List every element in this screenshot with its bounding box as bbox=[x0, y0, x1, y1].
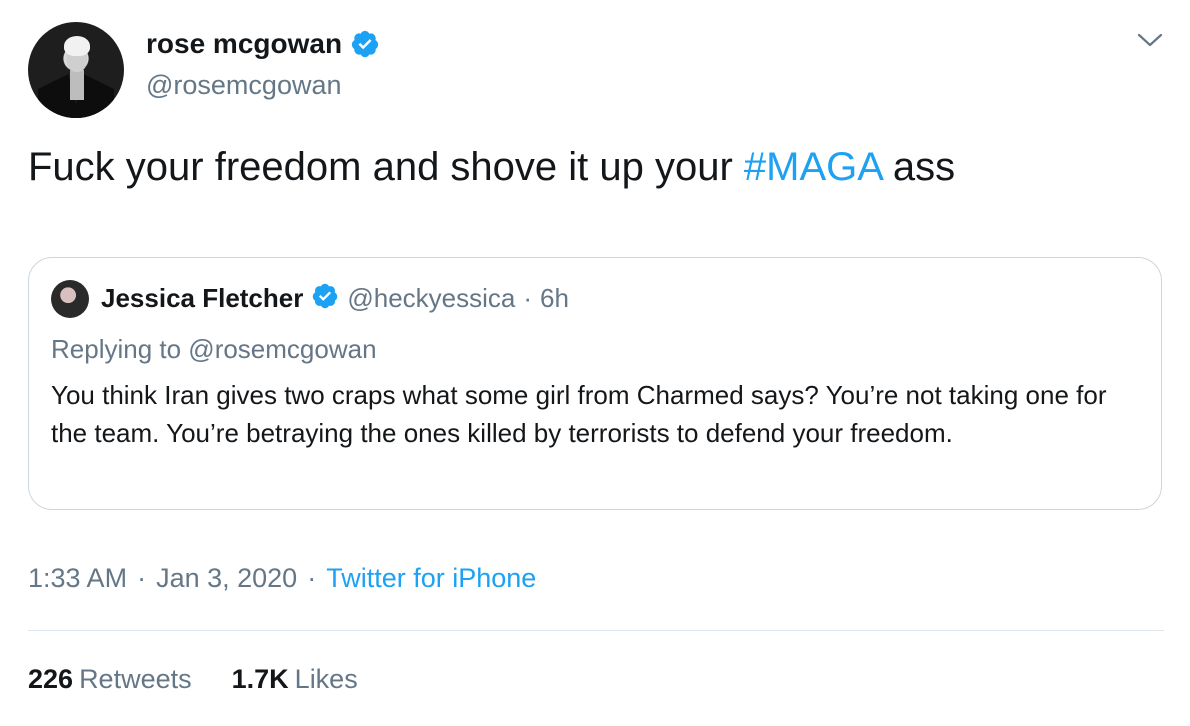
meta-separator: · bbox=[307, 563, 317, 593]
retweets-label: Retweets bbox=[79, 664, 192, 694]
tweet-text-before: Fuck your freedom and shove it up your bbox=[28, 145, 744, 189]
likes-count: 1.7K bbox=[231, 664, 289, 694]
hashtag-link[interactable]: #MAGA bbox=[744, 145, 882, 189]
quoted-verified-badge-icon bbox=[311, 282, 339, 315]
tweet-date[interactable]: Jan 3, 2020 bbox=[156, 563, 297, 594]
retweets-stat[interactable]: 226 Retweets bbox=[28, 664, 192, 695]
tweet-source-link[interactable]: Twitter for iPhone bbox=[326, 563, 536, 594]
chevron-down-icon[interactable] bbox=[1136, 30, 1164, 55]
author-display-name[interactable]: rose mcgowan bbox=[146, 28, 342, 60]
quoted-tweet-text: You think Iran gives two craps what some… bbox=[51, 380, 1107, 448]
retweets-count: 226 bbox=[28, 664, 74, 694]
quoted-tweet-header: Jessica Fletcher @heckyessica · 6h bbox=[101, 282, 569, 315]
quoted-separator: · bbox=[523, 283, 533, 313]
divider bbox=[28, 630, 1164, 631]
tweet-text-after: ass bbox=[881, 145, 956, 189]
likes-stat[interactable]: 1.7K Likes bbox=[232, 664, 358, 695]
quoted-replying-to: Replying to @rosemcgowan bbox=[51, 334, 377, 364]
verified-badge-icon bbox=[350, 29, 380, 59]
meta-separator: · bbox=[137, 563, 147, 593]
quoted-author-handle: @heckyessica bbox=[347, 283, 516, 313]
author-handle[interactable]: @rosemcgowan bbox=[146, 70, 342, 101]
author-name-row[interactable]: rose mcgowan bbox=[146, 28, 380, 60]
likes-label: Likes bbox=[294, 664, 358, 694]
quoted-author-avatar bbox=[51, 280, 89, 318]
quoted-author-name: Jessica Fletcher bbox=[101, 283, 304, 313]
tweet-text: Fuck your freedom and shove it up your #… bbox=[28, 142, 955, 192]
author-avatar[interactable] bbox=[28, 22, 124, 118]
quoted-tweet-card[interactable]: Jessica Fletcher @heckyessica · 6h Reply… bbox=[28, 257, 1162, 510]
tweet-stats: 226 Retweets 1.7K Likes bbox=[28, 664, 358, 695]
tweet-time[interactable]: 1:33 AM bbox=[28, 563, 127, 594]
quoted-timestamp: 6h bbox=[540, 283, 569, 313]
tweet-meta: 1:33 AM · Jan 3, 2020 · Twitter for iPho… bbox=[28, 563, 536, 594]
